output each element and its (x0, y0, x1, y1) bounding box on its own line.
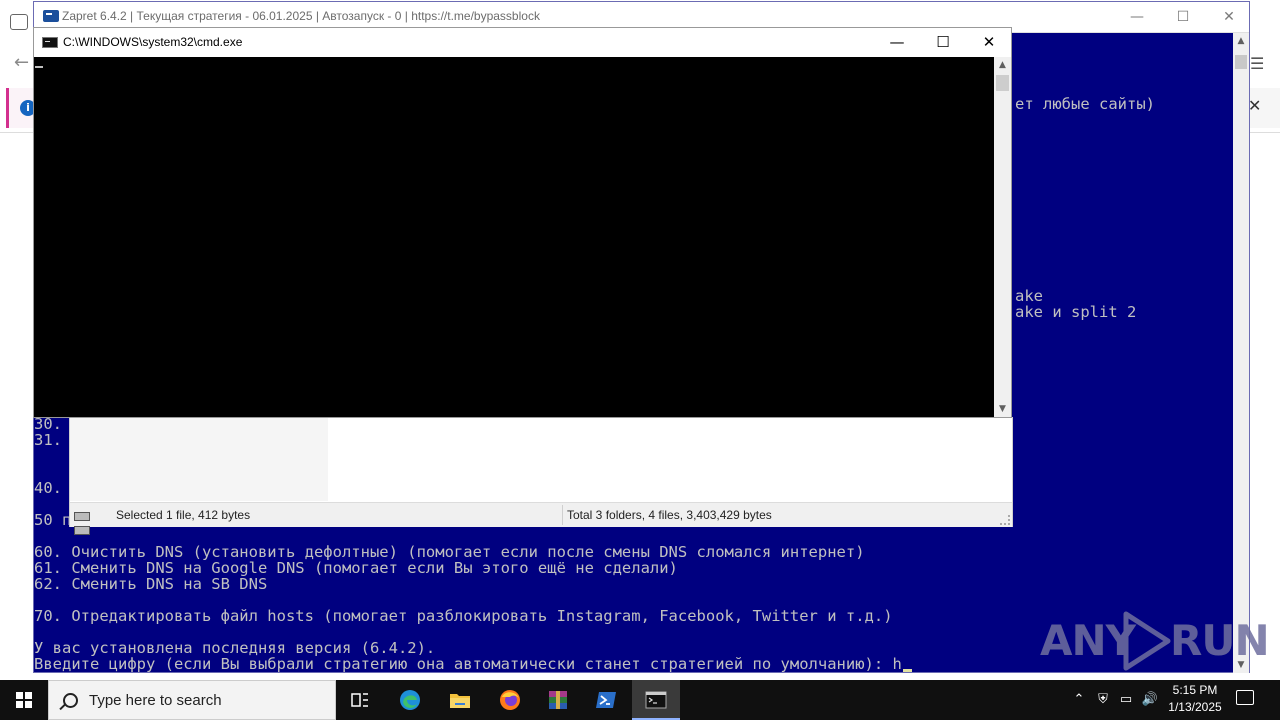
watermark-text: RUN (1170, 616, 1270, 665)
scroll-down-icon[interactable]: ▼ (994, 401, 1011, 417)
edge-icon (400, 690, 420, 710)
cmd-titlebar[interactable]: C:\WINDOWS\system32\cmd.exe — ☐ ✕ (34, 28, 1011, 57)
file-explorer-button[interactable] (436, 680, 484, 720)
console-fragment: 50 п (34, 511, 72, 529)
drive-icons (74, 510, 110, 535)
firefox-button[interactable] (486, 680, 534, 720)
resize-grip[interactable] (1000, 515, 1010, 525)
cmd-window[interactable]: C:\WINDOWS\system32\cmd.exe — ☐ ✕ ▲ ▼ (33, 27, 1012, 418)
start-button[interactable] (0, 680, 48, 720)
back-arrow-icon[interactable]: ← (14, 52, 29, 73)
tab-actions-icon[interactable] (10, 14, 28, 30)
cmd-icon (42, 37, 58, 48)
firefox-icon (500, 690, 520, 710)
powershell-icon (43, 10, 59, 22)
scroll-up-icon[interactable]: ▲ (1233, 33, 1249, 49)
selection-status: Selected 1 file, 412 bytes (116, 508, 251, 522)
status-bar: Selected 1 file, 412 bytes Total 3 folde… (70, 502, 1012, 535)
console-prompt[interactable]: Введите цифру (если Вы выбрали стратегию… (34, 656, 912, 672)
console-fragment: ake и split 2 (1015, 303, 1137, 321)
powershell-button[interactable] (582, 680, 630, 720)
total-status: Total 3 folders, 4 files, 3,403,429 byte… (567, 508, 772, 522)
security-icon[interactable]: ⛨ (1094, 680, 1112, 720)
clock-time: 5:15 PM (1172, 683, 1218, 697)
console-line: 61. Сменить DNS на Google DNS (помогает … (34, 559, 678, 577)
console-fragment: ake (1015, 287, 1043, 305)
play-logo-icon (1123, 611, 1171, 671)
close-button[interactable]: ✕ (966, 28, 1012, 57)
console-line: 70. Отредактировать файл hosts (помогает… (34, 607, 893, 625)
clock-date: 1/13/2025 (1168, 700, 1222, 714)
cmd-output[interactable] (34, 57, 994, 417)
cmd-scrollbar[interactable]: ▲ ▼ (994, 57, 1011, 417)
text-cursor (35, 66, 43, 68)
cmd-taskbar-button[interactable] (632, 680, 680, 720)
console-fragment: 31. (34, 431, 62, 449)
task-view-icon (351, 693, 368, 707)
scroll-thumb[interactable] (1235, 55, 1247, 69)
maximize-button[interactable]: ☐ (1160, 2, 1206, 32)
volume-icon[interactable]: 🔊 (1140, 680, 1160, 720)
search-icon (63, 693, 78, 708)
maximize-button[interactable]: ☐ (920, 28, 966, 57)
file-manager-window[interactable]: Selected 1 file, 412 bytes Total 3 folde… (69, 417, 1013, 535)
system-clock[interactable]: 5:15 PM 1/13/2025 (1160, 682, 1230, 716)
taskbar: Type here to search ⌃ ⛨ ▭ 🔊 5:15 PM 1/13… (0, 680, 1280, 720)
task-view-button[interactable] (336, 680, 384, 720)
search-placeholder: Type here to search (89, 692, 222, 709)
windows-logo-icon (16, 692, 32, 708)
menu-icon[interactable]: ☰ (1250, 54, 1264, 73)
cmd-window-title: C:\WINDOWS\system32\cmd.exe (63, 35, 243, 49)
console-line: 60. Очистить DNS (установить дефолтные) … (34, 543, 865, 561)
console-fragment: 40. (34, 479, 62, 497)
zapret-scrollbar[interactable]: ▲ ▼ (1233, 33, 1249, 673)
show-hidden-icons-icon[interactable]: ⌃ (1070, 680, 1088, 720)
close-button[interactable]: ✕ (1206, 2, 1252, 32)
notification-icon[interactable] (1236, 690, 1254, 705)
scroll-thumb[interactable] (996, 75, 1009, 91)
navigation-pane[interactable] (70, 418, 328, 501)
cmd-icon (645, 691, 667, 709)
edge-button[interactable] (386, 680, 434, 720)
text-cursor (902, 669, 912, 672)
close-info-bar-icon[interactable]: ✕ (1248, 96, 1261, 115)
watermark-text: ANY (1040, 616, 1136, 665)
prompt-text: Введите цифру (если Вы выбрали стратегию… (34, 655, 902, 673)
console-line: 62. Сменить DNS на SB DNS (34, 575, 268, 593)
network-icon[interactable]: ▭ (1116, 680, 1136, 720)
minimize-button[interactable]: — (874, 28, 920, 57)
console-fragment: 30. (34, 415, 62, 433)
taskbar-search-box[interactable]: Type here to search (48, 680, 336, 720)
console-fragment: ет любые сайты) (1015, 95, 1155, 113)
console-line: У вас установлена последняя версия (6.4.… (34, 639, 436, 657)
anyrun-watermark: ANY RUN (1040, 610, 1270, 671)
winrar-button[interactable] (534, 680, 582, 720)
folder-icon (450, 694, 470, 708)
winrar-icon (549, 691, 567, 709)
powershell-icon (596, 692, 616, 708)
status-divider (562, 505, 563, 525)
scroll-up-icon[interactable]: ▲ (994, 57, 1011, 73)
minimize-button[interactable]: — (1114, 2, 1160, 32)
zapret-window-title: Zapret 6.4.2 | Текущая стратегия - 06.01… (62, 9, 540, 23)
